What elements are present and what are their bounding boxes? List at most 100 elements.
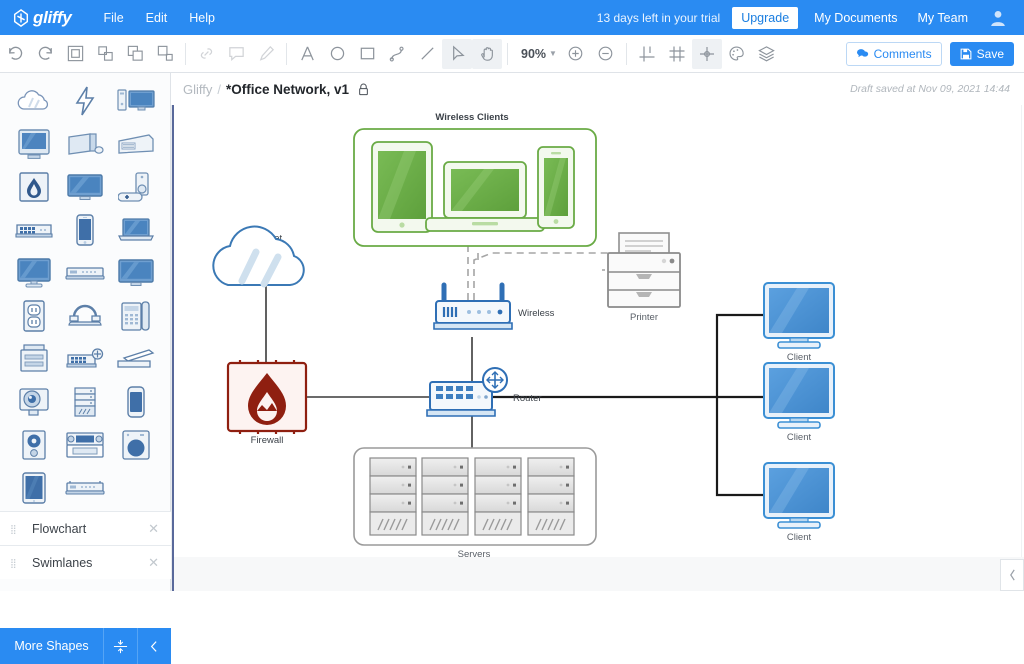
router-node[interactable]: Router	[426, 367, 542, 417]
gliffy-logo[interactable]: gliffy	[12, 8, 72, 28]
shape-switch-shape[interactable]	[8, 208, 59, 251]
shape-game-console-shape[interactable]	[110, 165, 161, 208]
lock-icon[interactable]	[358, 83, 369, 96]
text-icon[interactable]	[292, 39, 322, 69]
guides-icon[interactable]	[632, 39, 662, 69]
multifunction-printer-shape-icon	[19, 343, 48, 372]
server-rack-2[interactable]	[421, 457, 469, 536]
snap-icon[interactable]	[691, 38, 722, 69]
shape-tower-mouse-shape[interactable]	[59, 122, 110, 165]
connector-icon[interactable]	[382, 39, 412, 69]
collapse-all-icon[interactable]	[103, 628, 137, 664]
chevron-left-icon[interactable]	[137, 628, 171, 664]
more-shapes-button[interactable]: More Shapes	[0, 639, 103, 653]
undo-icon[interactable]	[0, 39, 30, 69]
breadcrumb-root[interactable]: Gliffy	[183, 82, 212, 97]
shape-firewall-shape[interactable]	[8, 165, 59, 208]
hand-icon[interactable]	[472, 38, 502, 69]
zoom-in-icon[interactable]	[561, 39, 591, 69]
send-to-back-icon[interactable]	[150, 39, 180, 69]
menu-help[interactable]: Help	[189, 11, 215, 25]
desk-phone-shape-icon	[120, 300, 150, 331]
theme-icon[interactable]	[722, 39, 752, 69]
server-rack-3[interactable]	[474, 457, 522, 536]
palette-section-swimlanes[interactable]: ⣿ Swimlanes ✕	[0, 545, 171, 579]
shape-multifunction-printer-shape[interactable]	[8, 337, 59, 380]
link-icon[interactable]	[191, 39, 221, 69]
shape-smartphone-shape[interactable]	[59, 208, 110, 251]
shape-laptop-shape[interactable]	[110, 208, 161, 251]
palette-section-flowchart[interactable]: ⣿ Flowchart ✕	[0, 511, 171, 545]
menu-edit[interactable]: Edit	[146, 11, 168, 25]
ellipse-icon[interactable]	[322, 39, 352, 69]
line-icon[interactable]	[412, 39, 442, 69]
servers-group[interactable]: Servers	[353, 447, 597, 560]
shape-cloud-shape[interactable]	[8, 79, 59, 122]
internet-node[interactable]: Internet	[212, 225, 305, 288]
network-diagram[interactable]: Wireless Clients Firewall Wireless Route…	[172, 105, 1024, 591]
user-avatar-icon[interactable]	[988, 8, 1008, 28]
shape-mobile-phone-shape[interactable]	[110, 380, 161, 423]
shape-printer-mfp-shape[interactable]	[110, 122, 161, 165]
save-button[interactable]: Save	[949, 41, 1014, 66]
shape-server-rack-shape[interactable]	[59, 380, 110, 423]
shape-lightning-shape[interactable]	[59, 79, 110, 122]
shape-desk-phone-shape[interactable]	[110, 294, 161, 337]
server-rack-1[interactable]	[369, 457, 417, 536]
layers-icon[interactable]	[752, 39, 782, 69]
drag-handle-icon[interactable]: ⣿	[10, 558, 22, 567]
shape-tablet-shape[interactable]	[8, 466, 59, 509]
zoom-level-selector[interactable]: 90% ▼	[521, 47, 557, 61]
my-team-link[interactable]: My Team	[918, 11, 968, 25]
close-icon[interactable]: ✕	[148, 555, 159, 571]
shape-projector-shape[interactable]	[8, 380, 59, 423]
wireless-client-tablet[interactable]	[371, 141, 433, 233]
client-node-3[interactable]: Client	[763, 462, 835, 543]
shape-crt-monitor-shape[interactable]	[8, 122, 59, 165]
rectangle-icon[interactable]	[352, 39, 382, 69]
chevron-left-icon	[1009, 569, 1015, 581]
menu-file[interactable]: File	[104, 11, 124, 25]
drag-handle-icon[interactable]: ⣿	[10, 524, 22, 533]
printer-node[interactable]: Printer	[607, 232, 681, 323]
diagram-canvas[interactable]: Wireless Clients Firewall Wireless Route…	[171, 105, 1024, 591]
shape-power-outlet-shape[interactable]	[8, 294, 59, 337]
comments-button[interactable]: Comments	[845, 41, 942, 66]
shape-monitor-stand-shape[interactable]	[8, 251, 59, 294]
bring-to-front-icon[interactable]	[120, 39, 150, 69]
shape-washer-shape[interactable]	[110, 423, 161, 466]
close-icon[interactable]: ✕	[148, 521, 159, 537]
shape-widescreen-monitor-shape[interactable]	[110, 251, 161, 294]
firewall-node[interactable]: Firewall	[226, 360, 308, 446]
client-node-2[interactable]: Client	[763, 362, 835, 443]
shape-flat-monitor-shape[interactable]	[59, 165, 110, 208]
document-title[interactable]: *Office Network, v1	[226, 82, 349, 97]
speaker-shape-icon	[21, 429, 46, 460]
shape-av-receiver-shape[interactable]	[59, 423, 110, 466]
shape-speaker-shape[interactable]	[8, 423, 59, 466]
format-painter-icon[interactable]	[251, 39, 281, 69]
shape-telephone-shape[interactable]	[59, 294, 110, 337]
upgrade-button[interactable]: Upgrade	[732, 6, 799, 29]
wireless-node[interactable]: Wireless	[433, 282, 555, 330]
ungroup-icon[interactable]	[90, 39, 120, 69]
wireless-client-laptop[interactable]	[425, 161, 545, 232]
shape-modem-shape[interactable]	[59, 466, 110, 509]
wireless-clients-group[interactable]: Wireless Clients	[353, 112, 597, 247]
group-icon[interactable]	[60, 39, 90, 69]
shape-desktop-tower-shape[interactable]	[110, 79, 161, 122]
shape-scanner-shape[interactable]	[110, 337, 161, 380]
comment-icon[interactable]	[221, 39, 251, 69]
canvas-expand-tab[interactable]	[1000, 559, 1024, 591]
wireless-client-smartphone[interactable]	[537, 146, 575, 229]
shape-wireless-switch-shape[interactable]	[59, 337, 110, 380]
client-node-1[interactable]: Client	[763, 282, 835, 363]
server-rack-4[interactable]	[527, 457, 575, 536]
client-node-1-label: Client	[787, 352, 812, 363]
pointer-icon[interactable]	[442, 38, 472, 69]
zoom-out-icon[interactable]	[591, 39, 621, 69]
shape-router-shape[interactable]	[59, 251, 110, 294]
my-documents-link[interactable]: My Documents	[814, 11, 897, 25]
grid-icon[interactable]	[662, 39, 692, 69]
redo-icon[interactable]	[30, 39, 60, 69]
